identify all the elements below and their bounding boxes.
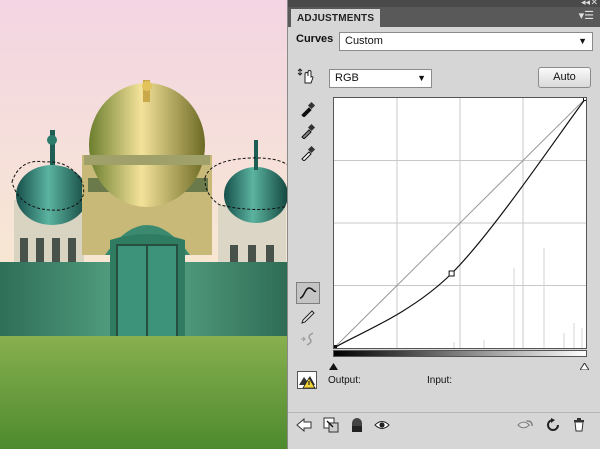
view-previous-icon[interactable] (517, 416, 534, 433)
adjustment-title: Curves (296, 33, 334, 45)
panel-menu-icon[interactable]: ▾☰ (579, 11, 594, 22)
pencil-icon[interactable] (299, 308, 317, 326)
close-icon[interactable]: ✕ (590, 0, 598, 7)
mask-icon[interactable] (348, 416, 365, 433)
white-point-slider[interactable] (579, 357, 590, 375)
curves-graph[interactable] (333, 97, 587, 349)
black-point-slider[interactable] (329, 357, 338, 375)
preset-dropdown[interactable]: Custom ▼ (339, 32, 593, 51)
chevron-down-icon: ▼ (417, 73, 426, 83)
clipping-warning-icon[interactable] (297, 371, 317, 389)
collapse-icon[interactable]: ◂◂ (581, 0, 590, 7)
eye-icon[interactable] (373, 416, 390, 433)
reset-icon[interactable] (544, 416, 561, 433)
trash-icon[interactable] (570, 416, 587, 433)
panel-footer (288, 412, 600, 435)
curve-control-point[interactable] (583, 98, 587, 101)
input-gradient-bar (333, 350, 587, 357)
curve-control-point[interactable] (448, 270, 455, 277)
clip-layer-icon[interactable] (322, 416, 339, 433)
output-label: Output: (328, 375, 361, 386)
curve-point-tool-icon[interactable] (296, 282, 320, 304)
on-image-adjustment-icon[interactable] (297, 67, 315, 85)
preset-value: Custom (345, 35, 383, 47)
back-arrow-icon[interactable] (295, 416, 312, 433)
document-canvas[interactable] (0, 0, 292, 449)
eyedropper-black-icon[interactable] (299, 100, 317, 118)
eyedropper-gray-icon[interactable] (299, 122, 317, 140)
histogram (453, 248, 583, 348)
channel-dropdown[interactable]: RGB ▼ (329, 69, 432, 88)
panel-tab-bar: ADJUSTMENTS ▾☰ (288, 7, 600, 27)
tab-adjustments[interactable]: ADJUSTMENTS (291, 9, 381, 27)
auto-button[interactable]: Auto (538, 67, 591, 88)
smooth-curve-icon[interactable] (299, 330, 317, 348)
eyedropper-white-icon[interactable] (299, 144, 317, 162)
chevron-down-icon: ▼ (578, 36, 587, 46)
panel-title-bar[interactable]: ◂◂ ✕ (288, 0, 600, 7)
input-label: Input: (427, 375, 453, 386)
channel-value: RGB (335, 72, 359, 84)
curve-control-point[interactable] (334, 345, 337, 349)
adjustments-panel: ◂◂ ✕ ADJUSTMENTS ▾☰ Curves Custom ▼ RGB … (287, 0, 600, 449)
